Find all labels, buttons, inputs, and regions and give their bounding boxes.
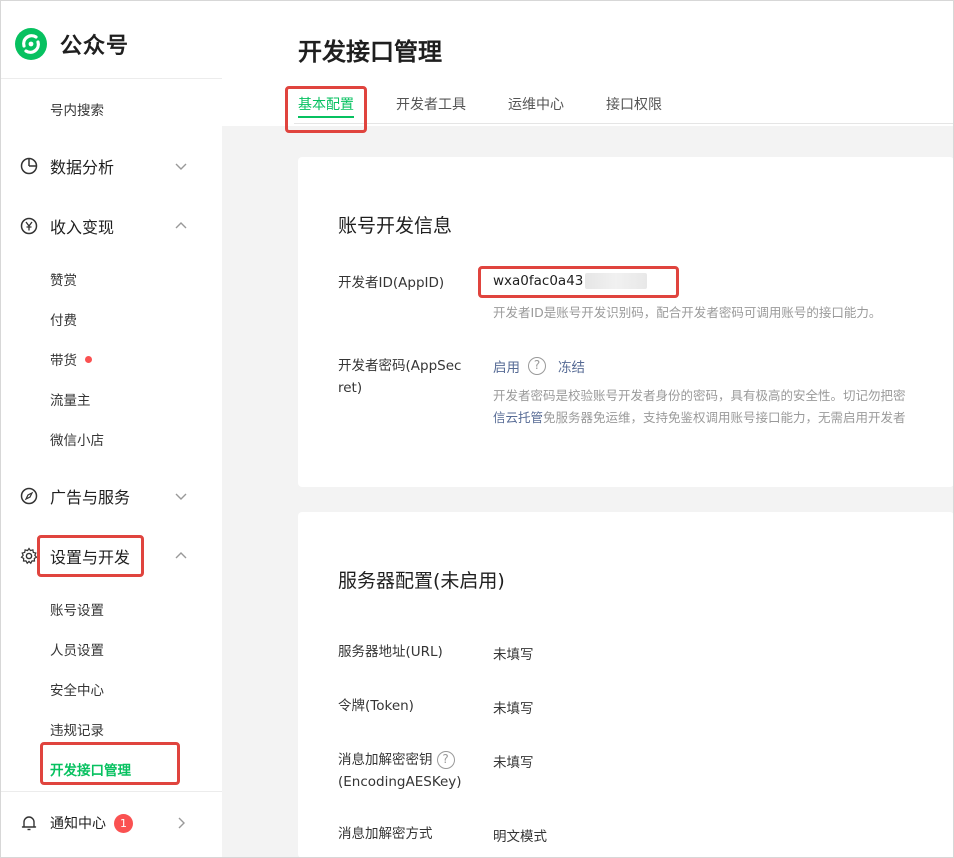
freeze-link[interactable]: 冻结 [558,356,585,376]
tab-ops-center[interactable]: 运维中心 [508,94,564,120]
sidebar-item-account-settings[interactable]: 账号设置 [50,599,210,619]
sidebar-group-label: 广告与服务 [50,488,131,507]
tab-developer-tools[interactable]: 开发者工具 [396,94,466,120]
appid-value[interactable]: wxa0fac0a43 [493,270,648,292]
appsecret-description-text: 免服务器免运维，支持免鉴权调用账号接口能力，无需启用开发者 [543,410,906,425]
cloud-hosting-link[interactable]: 信云托管 [493,410,543,425]
aes-key-value: 未填写 [493,755,534,771]
aes-key-label-line1: 消息加解密密钥 ? [338,749,455,771]
sidebar-item-violation-records[interactable]: 违规记录 [50,719,210,739]
dev-info-card: 账号开发信息 开发者ID(AppID) wxa0fac0a43 开发者ID是账号… [298,157,954,487]
page-header: 开发接口管理 基本配置 开发者工具 运维中心 接口权限 [222,0,954,126]
pie-chart-icon [20,157,38,175]
chevron-up-icon [175,222,187,229]
sidebar-item-label: 通知中心 [50,816,106,832]
tab-bar: 基本配置 开发者工具 运维中心 接口权限 [298,94,704,120]
tab-divider [294,123,954,124]
sidebar-item-label: 带货 [50,353,77,369]
chevron-right-icon [178,817,185,829]
sidebar-group-label: 收入变现 [50,218,115,237]
token-value: 未填写 [493,701,534,717]
bell-icon [21,816,37,831]
sidebar-divider [0,791,222,792]
appsecret-label-line2: ret) [338,380,363,396]
card-title: 服务器配置(未启用) [338,570,505,592]
gear-icon [20,547,38,565]
sidebar-group-settings[interactable]: 设置与开发 [20,541,210,571]
sidebar-item-traffic-host[interactable]: 流量主 [50,389,210,409]
appid-masked-part [585,273,648,289]
sidebar-item-label: 违规记录 [50,723,104,739]
brand-logo[interactable]: 公众号 [14,26,129,62]
new-dot-indicator [85,355,92,363]
sidebar-item-label: 赞赏 [50,273,77,289]
tab-interface-permissions[interactable]: 接口权限 [606,94,662,120]
sidebar-item-security-center[interactable]: 安全中心 [50,679,210,699]
sidebar-item-label: 微信小店 [50,433,104,449]
sidebar-group-label: 数据分析 [50,158,115,177]
appsecret-description-line1: 开发者密码是校验账号开发者身份的密码，具有极高的安全性。切记勿把密 [493,388,906,403]
sidebar-item-label: 流量主 [50,393,91,409]
tab-basic-config[interactable]: 基本配置 [298,94,354,120]
sidebar-item-goods[interactable]: 带货 [50,349,210,369]
sidebar-item-label: 账号设置 [50,603,104,619]
aes-key-label-text: 消息加解密密钥 [338,752,433,768]
server-url-value: 未填写 [493,647,534,663]
help-question-icon[interactable]: ? [436,751,455,769]
sidebar-group-label: 设置与开发 [50,548,131,567]
sidebar-group-ads[interactable]: 广告与服务 [20,481,210,511]
appid-description: 开发者ID是账号开发识别码，配合开发者密码可调用账号的接口能力。 [493,305,882,320]
chevron-down-icon [175,493,187,500]
sidebar-item-label: 安全中心 [50,683,104,699]
aes-key-label-line2: (EncodingAESKey) [338,774,462,790]
sidebar-item-label: 号内搜索 [50,103,104,119]
chevron-down-icon [175,163,187,170]
sidebar-item-notifications[interactable]: 通知中心 1 [20,808,210,838]
sidebar-item-dev-interface[interactable]: 开发接口管理 [50,759,210,779]
appid-label: 开发者ID(AppID) [338,275,445,291]
sidebar-group-monetization[interactable]: 收入变现 [20,211,210,241]
brand-name: 公众号 [60,34,130,59]
page-title: 开发接口管理 [298,38,442,66]
sidebar-group-data-analysis[interactable]: 数据分析 [20,151,210,181]
appsecret-actions: 启用 ? 冻结 [493,356,585,376]
appsecret-description-line2: 信云托管免服务器免运维，支持免鉴权调用账号接口能力，无需启用开发者 [493,407,906,429]
main-content: 开发接口管理 基本配置 开发者工具 运维中心 接口权限 账号开发信息 开发者ID… [222,0,954,858]
sidebar-item-wechat-shop[interactable]: 微信小店 [50,429,210,449]
token-label: 令牌(Token) [338,698,414,714]
chevron-up-icon [175,552,187,559]
appsecret-label-line1: 开发者密码(AppSec [338,358,462,374]
yuan-icon [20,217,38,235]
sidebar-item-label: 付费 [50,313,77,329]
compass-icon [20,487,38,505]
enable-link[interactable]: 启用 [493,356,520,376]
server-config-card: 服务器配置(未启用) 服务器地址(URL) 未填写 令牌(Token) 未填写 … [298,512,954,858]
sidebar-item-reward[interactable]: 赞赏 [50,269,210,289]
sidebar-item-member-settings[interactable]: 人员设置 [50,639,210,659]
wechat-mp-logo-icon [15,28,47,60]
sidebar-item-paid[interactable]: 付费 [50,309,210,329]
card-title: 账号开发信息 [338,215,453,237]
encryption-mode-value: 明文模式 [493,829,547,845]
server-url-label: 服务器地址(URL) [338,644,443,660]
sidebar-item-label: 人员设置 [50,643,104,659]
sidebar: 公众号 号内搜索 数据分析 收入变现 赞赏 付费 带货 流量主 微信小店 广告与… [0,0,222,858]
sidebar-divider [0,78,222,79]
encryption-mode-label: 消息加解密方式 [338,826,433,842]
help-question-icon[interactable]: ? [528,357,546,375]
appid-text: wxa0fac0a43 [493,273,584,289]
sidebar-item-search[interactable]: 号内搜索 [50,99,210,119]
sidebar-item-label: 开发接口管理 [50,763,131,779]
notification-count-badge: 1 [114,813,133,833]
